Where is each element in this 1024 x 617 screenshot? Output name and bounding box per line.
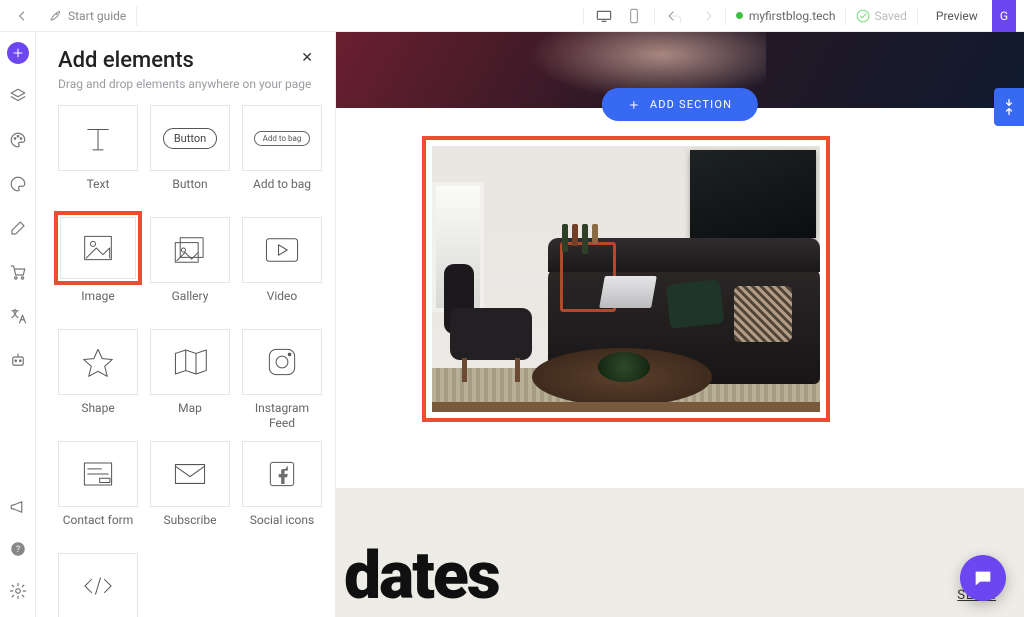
back-button[interactable] xyxy=(8,2,36,30)
help-icon: ? xyxy=(9,540,27,558)
undo-icon xyxy=(667,9,683,23)
rail-language-button[interactable] xyxy=(6,304,30,328)
status-dot-icon xyxy=(736,12,743,19)
chat-launcher[interactable] xyxy=(960,555,1006,601)
canvas-area[interactable]: ADD SECTION dat xyxy=(336,32,1024,617)
addbag-pill-icon: Add to bag xyxy=(254,131,311,146)
lower-section[interactable]: dates SE RE xyxy=(336,488,1024,617)
form-icon xyxy=(81,459,115,489)
translate-icon xyxy=(9,307,27,325)
plus-icon xyxy=(628,99,640,111)
robot-icon xyxy=(9,351,27,369)
palette-alt-icon xyxy=(9,175,27,193)
envelope-icon xyxy=(172,460,208,488)
rail-help-button[interactable]: ? xyxy=(6,537,30,561)
panel-close-button[interactable]: ✕ xyxy=(297,48,317,68)
mobile-icon xyxy=(628,8,640,24)
heading-fragment: dates xyxy=(344,538,499,615)
rail-blog-button[interactable] xyxy=(6,216,30,240)
section-reorder-handle[interactable] xyxy=(994,88,1024,126)
left-rail: ? xyxy=(0,32,36,617)
palette-icon xyxy=(9,131,27,149)
map-icon xyxy=(172,346,208,378)
element-shape[interactable]: Shape xyxy=(58,329,138,431)
redo-button[interactable] xyxy=(695,9,715,23)
edit-icon xyxy=(9,219,27,237)
rail-settings-button[interactable] xyxy=(6,579,30,603)
mobile-view-button[interactable] xyxy=(624,8,644,24)
gear-icon xyxy=(9,582,27,600)
chat-icon xyxy=(972,567,994,589)
element-embed-code[interactable]: Embed code xyxy=(58,553,138,617)
element-contact-form[interactable]: Contact form xyxy=(58,441,138,543)
desktop-view-button[interactable] xyxy=(594,9,614,23)
megaphone-icon xyxy=(9,498,27,516)
element-gallery[interactable]: Gallery xyxy=(150,217,230,319)
element-instagram[interactable]: Instagram Feed xyxy=(242,329,322,431)
rail-theme-button[interactable] xyxy=(6,172,30,196)
start-guide-label: Start guide xyxy=(68,9,126,23)
rail-store-button[interactable] xyxy=(6,260,30,284)
element-social-icons[interactable]: Social icons xyxy=(242,441,322,543)
saved-label: Saved xyxy=(874,9,906,23)
layers-icon xyxy=(9,87,27,105)
svg-text:?: ? xyxy=(15,545,19,555)
panel-subtitle: Drag and drop elements anywhere on your … xyxy=(58,77,317,91)
topbar: Start guide myfirstblog.tech Saved Previ… xyxy=(0,0,1024,32)
chevron-left-icon xyxy=(15,9,29,23)
text-icon xyxy=(80,121,116,155)
check-circle-icon xyxy=(856,9,870,23)
cart-icon xyxy=(9,263,27,281)
primary-action-button[interactable]: G xyxy=(992,0,1016,32)
button-pill-icon: Button xyxy=(163,128,217,149)
element-video[interactable]: Video xyxy=(242,217,322,319)
element-add-to-bag[interactable]: Add to bag Add to bag xyxy=(242,105,322,207)
sort-icon xyxy=(1002,98,1016,116)
facebook-icon xyxy=(267,459,297,489)
rocket-icon xyxy=(48,9,62,23)
code-icon xyxy=(80,572,116,600)
instagram-icon xyxy=(266,346,298,378)
saved-indicator: Saved xyxy=(856,9,906,23)
rail-ai-button[interactable] xyxy=(6,348,30,372)
panel-title: Add elements xyxy=(58,48,194,73)
preview-button[interactable]: Preview xyxy=(928,9,986,23)
room-photo xyxy=(432,146,820,412)
redo-icon xyxy=(697,9,713,23)
domain-indicator[interactable]: myfirstblog.tech xyxy=(736,9,836,23)
image-icon xyxy=(81,233,115,263)
desktop-icon xyxy=(596,9,612,23)
star-icon xyxy=(81,346,115,378)
domain-text: myfirstblog.tech xyxy=(749,9,836,23)
rail-palette-button[interactable] xyxy=(6,128,30,152)
element-text[interactable]: Text xyxy=(58,105,138,207)
rail-add-button[interactable] xyxy=(7,42,29,64)
element-image[interactable]: Image xyxy=(58,217,138,319)
selected-image-element[interactable] xyxy=(422,136,830,422)
video-icon xyxy=(263,235,301,265)
rail-layers-button[interactable] xyxy=(6,84,30,108)
add-section-button[interactable]: ADD SECTION xyxy=(602,88,758,121)
topbar-tools: myfirstblog.tech Saved Preview xyxy=(583,7,992,25)
undo-button[interactable] xyxy=(665,9,685,23)
element-button[interactable]: Button Button xyxy=(150,105,230,207)
gallery-icon xyxy=(172,234,208,266)
rail-announce-button[interactable] xyxy=(6,495,30,519)
element-image-highlight xyxy=(54,211,142,285)
elements-panel: Add elements ✕ Drag and drop elements an… xyxy=(36,32,336,617)
element-subscribe[interactable]: Subscribe xyxy=(150,441,230,543)
plus-icon xyxy=(12,47,24,59)
element-map[interactable]: Map xyxy=(150,329,230,431)
start-guide-button[interactable]: Start guide xyxy=(38,6,137,26)
